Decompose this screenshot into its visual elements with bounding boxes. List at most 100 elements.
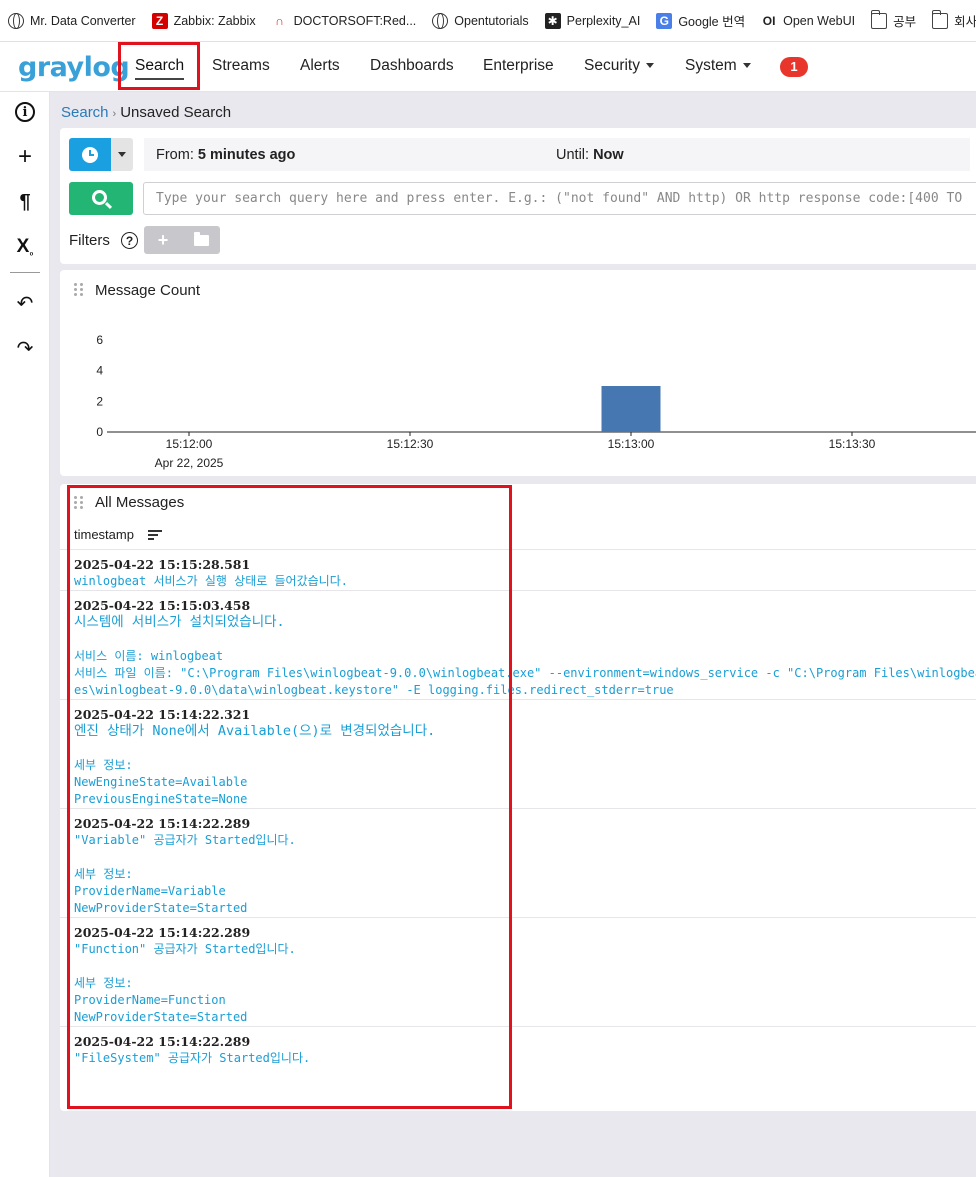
message-timestamp: 2025-04-22 15:14:22.289 (74, 925, 251, 940)
y-tick-label: 2 (96, 394, 103, 408)
nav-enterprise[interactable]: Enterprise (483, 57, 554, 75)
y-tick-label: 0 (96, 425, 103, 439)
info-icon[interactable]: i (12, 99, 38, 125)
message-line: NewEngineState=Available (74, 775, 248, 789)
message-line: 세부 정보: (74, 976, 133, 990)
drag-handle-icon[interactable] (74, 496, 84, 510)
time-range-dropdown[interactable] (111, 138, 133, 171)
message-line: 서비스 이름: winlogbeat (74, 649, 224, 663)
message-line: "FileSystem" 공급자가 Started입니다. (74, 1051, 311, 1065)
message-list: 2025-04-22 15:15:28.581 winlogbeat 서비스가 실… (60, 549, 976, 1067)
notification-badge[interactable]: 1 (780, 57, 808, 77)
search-submit-button[interactable] (69, 182, 133, 215)
folder-icon (870, 9, 888, 29)
x-tick-label: 15:13:30 (829, 437, 876, 451)
filter-buttons: + (144, 226, 220, 254)
zabbix-icon: Z (151, 12, 168, 29)
time-range-display[interactable]: From: 5 minutes ago Until: Now (144, 138, 970, 171)
variable-icon[interactable]: X₀ (12, 234, 38, 260)
message-row[interactable]: 2025-04-22 15:15:03.458 시스템에 서비스가 설치되었습니다… (60, 590, 976, 699)
sidebar-divider (10, 272, 40, 273)
search-query-input[interactable]: Type your search query here and press en… (143, 182, 976, 215)
add-filter-button[interactable]: + (144, 226, 182, 254)
message-line: "Function" 공급자가 Started입니다. (74, 942, 296, 956)
globe-icon (8, 12, 24, 29)
x-tick-label: 15:12:00 (166, 437, 213, 451)
bookmark-google-translate[interactable]: G Google 번역 (656, 11, 745, 30)
message-row[interactable]: 2025-04-22 15:14:22.289 "Variable" 공급자가 S… (60, 808, 976, 917)
message-timestamp: 2025-04-22 15:14:22.289 (74, 816, 251, 831)
message-row[interactable]: 2025-04-22 15:14:22.289 "FileSystem" 공급자가… (60, 1026, 976, 1067)
load-filter-button[interactable] (182, 226, 220, 254)
message-timestamp: 2025-04-22 15:14:22.289 (74, 1034, 251, 1049)
timestamp-column-header[interactable]: timestamp (74, 527, 162, 542)
message-row[interactable]: 2025-04-22 15:14:22.289 "Function" 공급자가 S… (60, 917, 976, 1026)
x-date-label: Apr 22, 2025 (155, 456, 224, 470)
message-count-widget: Message Count 0 2 4 6 15:12:00 15:12:30 15:13:… (60, 270, 976, 476)
message-count-chart: 0 2 4 6 15:12:00 15:12:30 15:13:00 15:13:30 Apr … (96, 333, 976, 470)
folder-icon (193, 231, 209, 246)
search-icon (92, 189, 107, 205)
bookmark-perplexity[interactable]: ✱ Perplexity_AI (544, 12, 640, 29)
y-tick-label: 6 (96, 333, 103, 347)
message-line: 시스템에 서비스가 설치되었습니다. (74, 614, 285, 630)
search-panel: From: 5 minutes ago Until: Now Type your… (60, 128, 976, 264)
bookmark-doctorsoft[interactable]: ∩ DOCTORSOFT:Red... (272, 13, 416, 29)
bookmark-opentutorials[interactable]: Opentutorials (432, 12, 529, 29)
all-messages-widget: All Messages timestamp 2025-04-22 15:15:… (60, 484, 976, 1111)
graylog-logo[interactable]: graylog (18, 52, 130, 83)
nav-alerts[interactable]: Alerts (300, 57, 340, 75)
message-timestamp: 2025-04-22 15:15:28.581 (74, 557, 251, 572)
globe-icon (432, 12, 449, 29)
message-line: "Variable" 공급자가 Started입니다. (74, 833, 296, 847)
sort-icon[interactable] (147, 529, 162, 540)
doctorsoft-icon: ∩ (275, 13, 284, 28)
time-range-button[interactable] (69, 138, 111, 171)
message-line: 세부 정보: (74, 867, 133, 881)
message-row[interactable]: 2025-04-22 15:15:28.581 winlogbeat 서비스가 실… (60, 549, 976, 590)
nav-system[interactable]: System (685, 57, 751, 75)
plus-icon[interactable]: + (12, 143, 38, 170)
redo-icon[interactable]: ↷ (12, 335, 38, 361)
message-line: NewProviderState=Started (74, 1010, 248, 1024)
undo-icon[interactable]: ↶ (12, 290, 38, 316)
breadcrumb-search-link[interactable]: Search (61, 104, 109, 121)
message-row[interactable]: 2025-04-22 15:14:22.321 엔진 상태가 None에서 Ava… (60, 699, 976, 808)
caret-down-icon (646, 63, 654, 69)
bookmark-folder-study[interactable]: 공부 (870, 9, 916, 30)
perplexity-icon: ✱ (544, 12, 561, 29)
y-tick-label: 4 (96, 364, 103, 378)
clock-icon (82, 146, 98, 163)
folder-icon (931, 9, 949, 29)
bookmark-open-webui[interactable]: OI Open WebUI (761, 13, 855, 29)
bookmark-zabbix[interactable]: Z Zabbix: Zabbix (151, 12, 256, 29)
time-until: Until: Now (556, 147, 624, 163)
breadcrumb-current: Unsaved Search (120, 104, 232, 121)
message-timestamp: 2025-04-22 15:14:22.321 (74, 707, 251, 722)
bookmark-mr-data-converter[interactable]: Mr. Data Converter (8, 12, 136, 29)
message-line: es\winlogbeat-9.0.0\data\winlogbeat.keys… (74, 683, 674, 697)
nav-dashboards[interactable]: Dashboards (370, 57, 454, 75)
message-line: 세부 정보: (74, 758, 133, 772)
breadcrumb: Search › Unsaved Search (61, 104, 231, 121)
google-translate-icon: G (656, 12, 673, 29)
pilcrow-icon[interactable]: ¶ (12, 189, 38, 215)
message-line: NewProviderState=Started (74, 901, 248, 915)
highlight-box-search (118, 42, 200, 90)
all-messages-title: All Messages (95, 494, 185, 511)
bookmarks-bar: Mr. Data Converter Z Zabbix: Zabbix ∩ DOCT… (0, 0, 976, 42)
left-sidebar: i + ¶ X₀ ↶ ↷ (0, 92, 50, 1177)
nav-security[interactable]: Security (584, 57, 654, 75)
message-line: ProviderName=Function (74, 993, 226, 1007)
breadcrumb-separator: › (112, 108, 117, 120)
x-tick-label: 15:13:00 (608, 437, 655, 451)
nav-streams[interactable]: Streams (212, 57, 270, 75)
help-icon[interactable]: ? (121, 232, 138, 249)
chart-bar (601, 386, 661, 432)
openwebui-icon: OI (762, 13, 776, 28)
message-line: 엔진 상태가 None에서 Available(으)로 변경되었습니다. (74, 723, 436, 739)
bookmark-folder-work[interactable]: 회사업무 (931, 9, 976, 30)
